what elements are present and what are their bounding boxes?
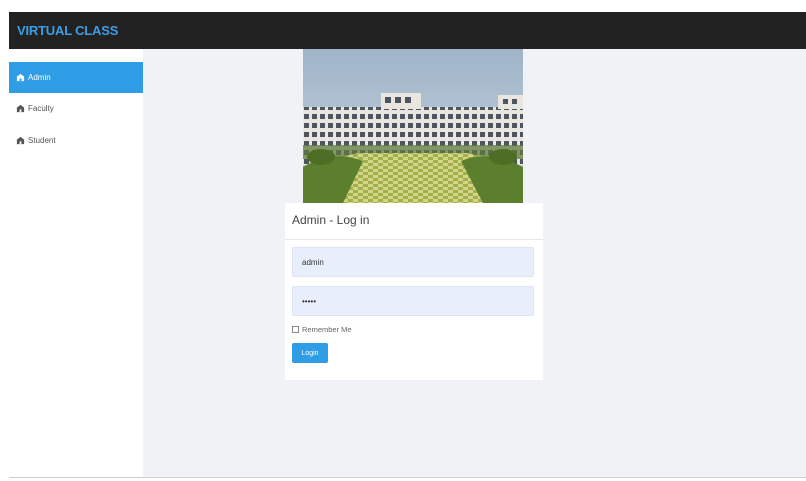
sidebar-item-faculty[interactable]: Faculty bbox=[9, 93, 143, 124]
brand-title[interactable]: VIRTUAL CLASS bbox=[17, 23, 118, 38]
building-icon bbox=[16, 104, 25, 113]
remember-me[interactable]: Remember Me bbox=[292, 325, 352, 334]
sidebar: Admin Faculty Student bbox=[9, 49, 143, 477]
username-input[interactable] bbox=[292, 247, 534, 277]
sidebar-item-label: Student bbox=[28, 136, 56, 145]
sidebar-item-admin[interactable]: Admin bbox=[9, 62, 143, 93]
login-button[interactable]: Login bbox=[292, 343, 328, 363]
sidebar-item-label: Admin bbox=[28, 73, 51, 82]
sidebar-item-label: Faculty bbox=[28, 104, 54, 113]
password-input[interactable] bbox=[292, 286, 534, 316]
building-icon bbox=[16, 136, 25, 145]
top-navbar: VIRTUAL CLASS bbox=[9, 12, 806, 49]
campus-photo bbox=[303, 49, 523, 203]
remember-checkbox[interactable] bbox=[292, 326, 299, 333]
sidebar-item-student[interactable]: Student bbox=[9, 125, 143, 156]
login-title: Admin - Log in bbox=[292, 213, 370, 227]
login-card: Admin - Log in Remember Me Login bbox=[285, 203, 543, 380]
remember-label: Remember Me bbox=[302, 325, 352, 334]
building-icon bbox=[16, 73, 25, 82]
card-divider bbox=[285, 239, 543, 240]
bottom-divider bbox=[9, 477, 806, 478]
